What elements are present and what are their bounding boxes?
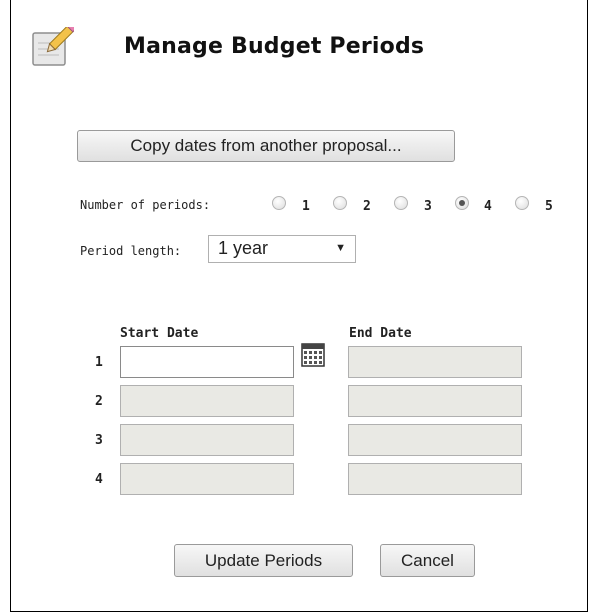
dropdown-arrow-icon: ▼ [335,242,346,254]
start-date-input-2 [120,385,294,417]
end-date-input-3 [348,424,522,456]
cancel-button[interactable]: Cancel [380,544,475,577]
period-radio-2[interactable] [333,196,347,210]
row-number-2: 2 [95,394,103,409]
period-radio-2-label: 2 [363,199,371,214]
end-date-input-4 [348,463,522,495]
periods-label: Number of periods: [80,198,211,212]
period-radio-5-label: 5 [545,199,553,214]
calendar-icon[interactable] [301,343,325,367]
period-radio-3[interactable] [394,196,408,210]
start-date-input-3 [120,424,294,456]
period-length-label: Period length: [80,244,182,258]
start-date-input-1[interactable] [120,346,294,378]
page-title: Manage Budget Periods [124,34,425,59]
start-date-input-4 [120,463,294,495]
period-radio-1[interactable] [272,196,286,210]
row-number-4: 4 [95,472,103,487]
update-periods-button[interactable]: Update Periods [174,544,353,577]
end-date-input-1 [348,346,522,378]
start-date-header: Start Date [120,326,199,341]
period-length-value: 1 year [218,238,269,258]
period-radio-5[interactable] [515,196,529,210]
edit-note-icon [32,21,78,69]
copy-dates-button[interactable]: Copy dates from another proposal... [77,130,455,162]
period-radio-4[interactable] [455,196,469,210]
period-length-select[interactable]: 1 year ▼ [208,235,356,263]
period-radio-3-label: 3 [424,199,432,214]
dialog-frame [10,0,588,612]
end-date-header: End Date [349,326,412,341]
period-radio-1-label: 1 [302,199,310,214]
row-number-1: 1 [95,355,103,370]
end-date-input-2 [348,385,522,417]
period-radio-4-label: 4 [484,199,492,214]
row-number-3: 3 [95,433,103,448]
